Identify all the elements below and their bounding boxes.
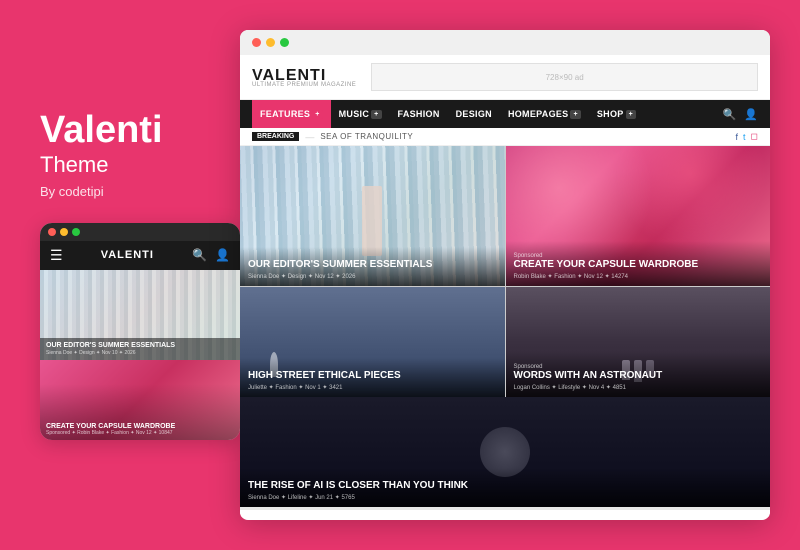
mobile-hero-caption: OUR EDITOR'S SUMMER ESSENTIALS Sienna Do… bbox=[40, 338, 240, 360]
nav-item-fashion[interactable]: FASHION bbox=[390, 100, 448, 128]
breaking-sep: — bbox=[305, 132, 314, 142]
mobile-img2-meta: Sponsored ✦ Robin Blake ✦ Fashion ✦ Nov … bbox=[46, 430, 234, 436]
capsule-wardrobe-title: CREATE YOUR CAPSULE WARDROBE bbox=[514, 259, 763, 271]
grid-item-editors-summer[interactable]: OUR EDITOR'S SUMMER ESSENTIALS Sienna Do… bbox=[240, 146, 505, 286]
grid-item-highstreet[interactable]: HIGH STREET ETHICAL PIECES Juliette ✦ Fa… bbox=[240, 287, 505, 397]
ad-banner: 728×90 ad bbox=[371, 63, 758, 91]
features-plus-badge: + bbox=[312, 110, 322, 119]
mobile-img2: CREATE YOUR CAPSULE WARDROBE Sponsored ✦… bbox=[40, 360, 240, 440]
mobile-hero-image: OUR EDITOR'S SUMMER ESSENTIALS Sienna Do… bbox=[40, 270, 240, 360]
ai-row[interactable]: THE RISE OF AI IS CLOSER THAN YOU THINK … bbox=[240, 397, 770, 507]
nav-user-icon[interactable]: 👤 bbox=[744, 108, 758, 121]
astronaut-title: WORDS WITH AN ASTRONAUT bbox=[514, 370, 763, 382]
site-logo-sub: ULTIMATE PREMIUM MAGAZINE bbox=[252, 82, 356, 88]
highstreet-meta: Juliette ✦ Fashion ✦ Nov 1 ✦ 3421 bbox=[248, 384, 497, 391]
homepages-plus-badge: + bbox=[570, 110, 580, 119]
capsule-wardrobe-caption: Sponsored CREATE YOUR CAPSULE WARDROBE R… bbox=[506, 241, 771, 286]
mobile-preview: ☰ VALENTI 🔍 👤 OUR EDITOR'S SUMMER ESSENT… bbox=[40, 223, 240, 440]
mobile-dot-yellow bbox=[60, 228, 68, 236]
mobile-hero-title: OUR EDITOR'S SUMMER ESSENTIALS bbox=[46, 342, 234, 349]
mobile-user-icon[interactable]: 👤 bbox=[215, 248, 230, 262]
browser-dot-yellow[interactable] bbox=[266, 38, 275, 47]
theme-author: By codetipi bbox=[40, 184, 230, 199]
mobile-search-icon[interactable]: 🔍 bbox=[192, 248, 207, 262]
mobile-nav-icons: 🔍 👤 bbox=[192, 248, 230, 262]
highstreet-caption: HIGH STREET ETHICAL PIECES Juliette ✦ Fa… bbox=[240, 358, 505, 397]
mobile-hero-meta: Sienna Doe ✦ Design ✦ Nov 10 ✦ 2026 bbox=[46, 350, 234, 356]
mobile-top-bar bbox=[40, 223, 240, 241]
nav-item-features[interactable]: FEATURES+ bbox=[252, 100, 331, 128]
nav-item-homepages[interactable]: HOMEPAGES+ bbox=[500, 100, 589, 128]
site-header: VALENTI ULTIMATE PREMIUM MAGAZINE 728×90… bbox=[240, 55, 770, 100]
main-content-grid: OUR EDITOR'S SUMMER ESSENTIALS Sienna Do… bbox=[240, 146, 770, 397]
mobile-hamburger-icon[interactable]: ☰ bbox=[50, 247, 63, 264]
music-plus-badge: + bbox=[371, 110, 381, 119]
breaking-label: BREAKING bbox=[252, 132, 299, 141]
breaking-bar: BREAKING — SEA OF TRANQUILITY f t ◻ bbox=[240, 128, 770, 146]
nav-icons: 🔍 👤 bbox=[723, 108, 758, 121]
theme-title: Valenti bbox=[40, 110, 230, 152]
browser-content: VALENTI ULTIMATE PREMIUM MAGAZINE 728×90… bbox=[240, 55, 770, 517]
latest-music-section: LATEST MUSIC This is an optional categor… bbox=[240, 507, 770, 517]
nav-item-design[interactable]: DESIGN bbox=[448, 100, 500, 128]
browser-dot-red[interactable] bbox=[252, 38, 261, 47]
astronaut-meta: Logan Collins ✦ Lifestyle ✦ Nov 4 ✦ 4851 bbox=[514, 384, 763, 391]
person-silhouette bbox=[362, 186, 382, 256]
nav-item-shop[interactable]: SHOP+ bbox=[589, 100, 644, 128]
editors-summer-caption: OUR EDITOR'S SUMMER ESSENTIALS Sienna Do… bbox=[240, 247, 505, 286]
ad-text: 728×90 ad bbox=[546, 73, 584, 82]
capsule-wardrobe-meta: Robin Blake ✦ Fashion ✦ Nov 12 ✦ 14274 bbox=[514, 273, 763, 280]
browser-chrome bbox=[240, 30, 770, 55]
ai-meta: Sienna Doe ✦ Lifeline ✦ Jun 21 ✦ 5765 bbox=[248, 494, 762, 501]
social-twitter-icon[interactable]: t bbox=[743, 132, 746, 142]
theme-subtitle: Theme bbox=[40, 152, 230, 178]
editors-summer-meta: Sienna Doe ✦ Design ✦ Nov 12 ✦ 2026 bbox=[248, 273, 497, 280]
highstreet-title: HIGH STREET ETHICAL PIECES bbox=[248, 370, 497, 382]
nav-item-music[interactable]: MUSIC+ bbox=[331, 100, 390, 128]
mobile-dot-green bbox=[72, 228, 80, 236]
grid-item-capsule-wardrobe[interactable]: Sponsored CREATE YOUR CAPSULE WARDROBE R… bbox=[506, 146, 771, 286]
ai-title: THE RISE OF AI IS CLOSER THAN YOU THINK bbox=[248, 480, 762, 492]
grid-item-astronaut[interactable]: Sponsored WORDS WITH AN ASTRONAUT Logan … bbox=[506, 287, 771, 397]
site-nav: FEATURES+ MUSIC+ FASHION DESIGN HOMEPAGE… bbox=[240, 100, 770, 128]
mobile-nav: ☰ VALENTI 🔍 👤 bbox=[40, 241, 240, 270]
shop-plus-badge: + bbox=[626, 110, 636, 119]
astronaut-caption: Sponsored WORDS WITH AN ASTRONAUT Logan … bbox=[506, 352, 771, 397]
breaking-text: SEA OF TRANQUILITY bbox=[320, 132, 413, 141]
social-instagram-icon[interactable]: ◻ bbox=[751, 131, 758, 142]
site-logo-area: VALENTI ULTIMATE PREMIUM MAGAZINE bbox=[252, 67, 356, 88]
mobile-dot-red bbox=[48, 228, 56, 236]
browser-dot-green[interactable] bbox=[280, 38, 289, 47]
browser-window: VALENTI ULTIMATE PREMIUM MAGAZINE 728×90… bbox=[240, 30, 770, 520]
mobile-site-logo: VALENTI bbox=[101, 249, 154, 261]
mobile-img2-title: CREATE YOUR CAPSULE WARDROBE bbox=[46, 423, 234, 430]
site-logo[interactable]: VALENTI bbox=[252, 67, 326, 84]
editors-summer-title: OUR EDITOR'S SUMMER ESSENTIALS bbox=[248, 259, 497, 271]
mobile-img2-caption: CREATE YOUR CAPSULE WARDROBE Sponsored ✦… bbox=[40, 419, 240, 440]
nav-search-icon[interactable]: 🔍 bbox=[723, 108, 737, 121]
left-panel: Valenti Theme By codetipi ☰ VALENTI 🔍 👤 … bbox=[30, 110, 230, 440]
social-facebook-icon[interactable]: f bbox=[735, 132, 738, 142]
ai-caption: THE RISE OF AI IS CLOSER THAN YOU THINK … bbox=[240, 468, 770, 507]
